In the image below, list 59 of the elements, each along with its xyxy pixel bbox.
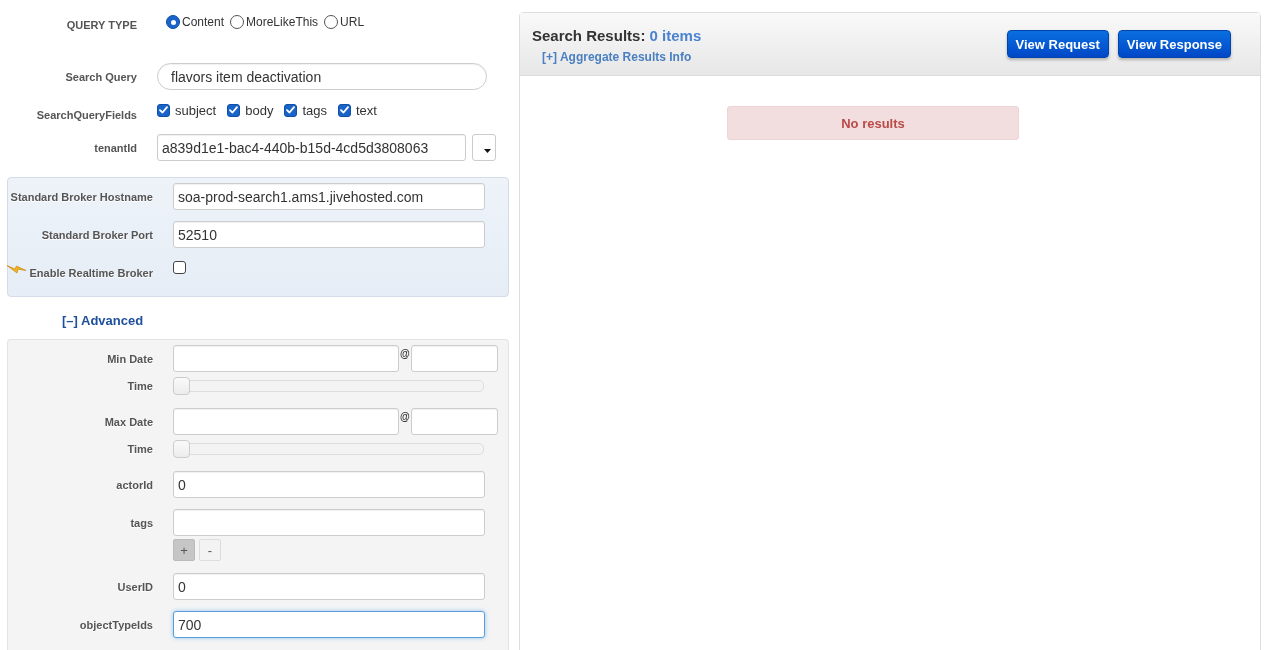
radio-icon[interactable] bbox=[324, 15, 339, 29]
view-response-button[interactable]: View Response bbox=[1117, 30, 1231, 58]
checkbox-label[interactable]: body bbox=[245, 102, 274, 118]
time-field[interactable] bbox=[410, 408, 498, 435]
aggregate-info-link[interactable]: [+] Aggregate Results Info bbox=[542, 50, 702, 64]
dropdown-button[interactable] bbox=[472, 134, 496, 161]
field-label: Enable Realtime Broker bbox=[29, 267, 153, 279]
date-field[interactable] bbox=[173, 408, 399, 435]
field-label: QUERY TYPE bbox=[66, 19, 137, 31]
at-sign: @ bbox=[400, 348, 410, 360]
field-label: Max Date bbox=[104, 415, 153, 428]
time-field[interactable] bbox=[410, 345, 498, 372]
slider-track[interactable] bbox=[173, 443, 484, 455]
at-sign: @ bbox=[400, 411, 410, 423]
option-label[interactable]: URL bbox=[340, 15, 365, 29]
field-label: Time bbox=[127, 380, 153, 392]
field-label: tenantId bbox=[94, 141, 137, 154]
field-label: Standard Broker Hostname bbox=[10, 190, 153, 203]
radio-icon[interactable] bbox=[166, 15, 180, 29]
advanced-toggle[interactable]: [–] Advanced bbox=[62, 313, 144, 328]
results-title: Search Results: 0 items bbox=[532, 27, 702, 44]
checkbox-label[interactable]: text bbox=[356, 102, 377, 118]
no-results-alert: No results bbox=[727, 106, 1019, 140]
remove-button[interactable]: - bbox=[199, 539, 221, 561]
field-label: actorId bbox=[116, 478, 153, 491]
checkbox[interactable] bbox=[157, 103, 170, 117]
slider-thumb[interactable] bbox=[173, 377, 190, 395]
option-label[interactable]: Content bbox=[182, 15, 225, 29]
slider-track[interactable] bbox=[173, 380, 484, 392]
field-label: Search Query bbox=[65, 70, 137, 83]
text-field[interactable]: 700 bbox=[173, 611, 485, 638]
add-button[interactable]: + bbox=[173, 539, 195, 561]
checkbox[interactable] bbox=[173, 260, 186, 274]
field-label: SearchQueryFields bbox=[36, 109, 137, 121]
view-request-button[interactable]: View Request bbox=[1006, 30, 1109, 58]
checkbox-label[interactable]: subject bbox=[175, 102, 217, 118]
field-label: UserID bbox=[117, 580, 153, 593]
caret-icon bbox=[484, 149, 491, 153]
slider-thumb[interactable] bbox=[173, 440, 190, 458]
text-field[interactable]: soa-prod-search1.ams1.jivehosted.com bbox=[173, 183, 485, 210]
date-field[interactable] bbox=[173, 345, 399, 372]
option-label[interactable]: MoreLikeThis bbox=[246, 15, 319, 29]
field-label: Time bbox=[127, 443, 153, 455]
lightning-icon bbox=[6, 264, 26, 276]
text-field[interactable]: 0 bbox=[173, 471, 485, 498]
field-label: Min Date bbox=[107, 352, 153, 365]
text-field[interactable]: 0 bbox=[173, 573, 485, 600]
radio-icon[interactable] bbox=[230, 15, 245, 29]
text-field[interactable]: 52510 bbox=[173, 221, 485, 248]
search-field[interactable]: flavors item deactivation bbox=[157, 63, 487, 90]
checkbox[interactable] bbox=[284, 103, 298, 117]
field-label: objectTypeIds bbox=[79, 618, 153, 631]
text-field[interactable] bbox=[173, 509, 485, 536]
tenant-field[interactable]: a839d1e1-bac4-440b-b15d-4cd5d3808063 bbox=[157, 134, 466, 161]
field-label: Standard Broker Port bbox=[41, 228, 153, 241]
checkbox[interactable] bbox=[338, 103, 351, 117]
checkbox[interactable] bbox=[227, 103, 241, 117]
checkbox-label[interactable]: tags bbox=[302, 102, 327, 118]
field-label: tags bbox=[130, 516, 153, 529]
